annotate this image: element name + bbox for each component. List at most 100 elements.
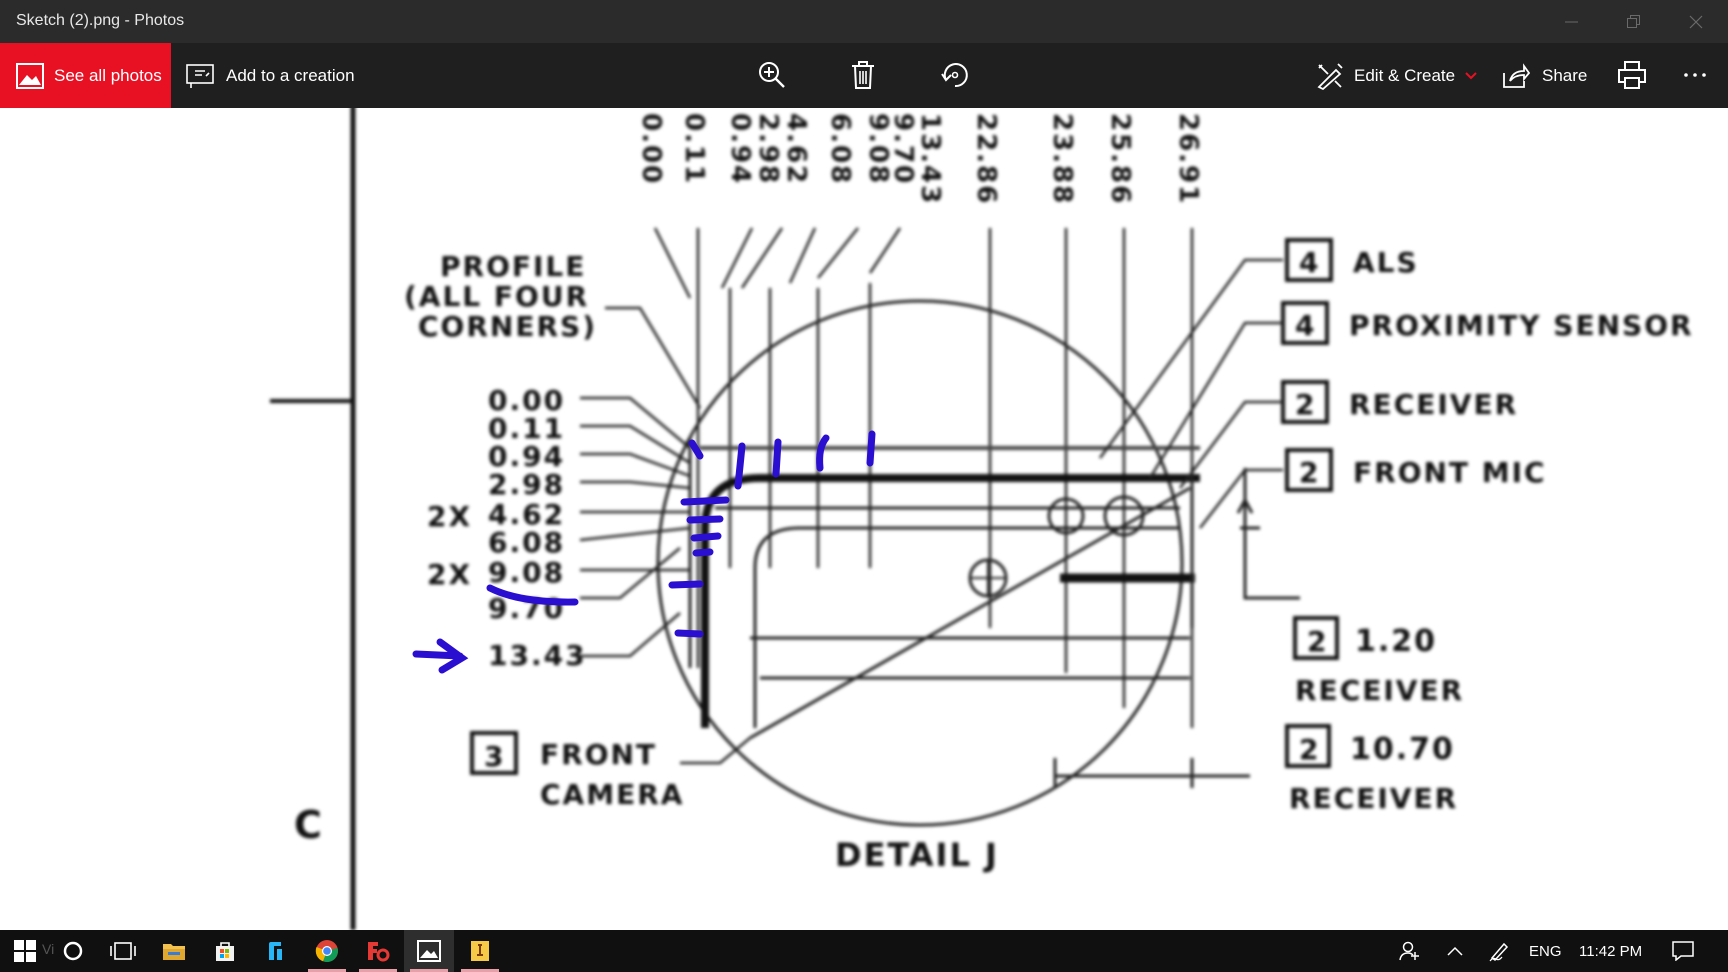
show-hidden-icons-button[interactable] bbox=[1430, 930, 1480, 972]
profile-label-2: (ALL FOUR bbox=[404, 280, 589, 313]
foxit-icon bbox=[368, 942, 390, 962]
restore-icon bbox=[1627, 15, 1640, 28]
callout-qty: 2 bbox=[1295, 388, 1316, 421]
front-camera-line2: CAMERA bbox=[540, 778, 684, 811]
front-camera-line1: FRONT bbox=[540, 738, 657, 771]
top-labels: 0.00 0.11 0.942.984.62 6.08 9.089.7013.43 22.… bbox=[636, 113, 1203, 205]
dim1-label: RECEIVER bbox=[1295, 674, 1464, 707]
profile-label-1: PROFILE bbox=[440, 250, 586, 283]
top-label: 0.00 bbox=[636, 113, 666, 185]
command-bar: See all photos Add to a creation Edit & … bbox=[0, 43, 1728, 108]
callout-qty: 4 bbox=[1299, 246, 1320, 279]
chevron-down-icon bbox=[1465, 71, 1477, 79]
windows-start-icon bbox=[14, 940, 36, 962]
chrome-button[interactable] bbox=[302, 930, 352, 972]
ink-annotations bbox=[412, 430, 876, 674]
dim2-qty: 2 bbox=[1299, 733, 1320, 766]
pinned-app-button[interactable] bbox=[251, 930, 301, 972]
edit-create-button[interactable]: Edit & Create bbox=[1316, 43, 1477, 108]
pen-icon bbox=[1489, 942, 1509, 962]
top-label: 6.08 bbox=[825, 113, 855, 185]
clock[interactable]: 11:42 PM bbox=[1579, 930, 1642, 972]
see-all-photos-label: See all photos bbox=[54, 65, 162, 85]
cortana-button[interactable] bbox=[48, 930, 98, 972]
people-button[interactable] bbox=[1385, 930, 1435, 972]
top-label: 22.86 bbox=[971, 113, 1001, 205]
dim1-qty: 2 bbox=[1307, 625, 1328, 658]
pen-workspace-button[interactable] bbox=[1474, 930, 1524, 972]
print-icon bbox=[1618, 61, 1646, 89]
restore-button[interactable] bbox=[1603, 0, 1665, 43]
two-x-label-b: 2X bbox=[427, 558, 472, 591]
two-x-label-a: 2X bbox=[427, 500, 472, 533]
people-icon bbox=[1399, 941, 1419, 961]
top-label: 0.94 bbox=[725, 113, 755, 185]
top-label: 2.98 bbox=[753, 113, 783, 185]
front-camera-qty: 3 bbox=[484, 740, 505, 773]
minimize-icon bbox=[1565, 21, 1578, 23]
more-options-button[interactable] bbox=[1677, 57, 1713, 93]
dim1-value: 1.20 bbox=[1355, 624, 1437, 659]
print-button[interactable] bbox=[1614, 57, 1650, 93]
left-value: 13.43 bbox=[488, 639, 587, 672]
photo-icon bbox=[16, 62, 44, 89]
ellipsis-icon bbox=[1684, 73, 1706, 77]
chrome-icon bbox=[315, 940, 338, 963]
task-view-button[interactable] bbox=[98, 930, 148, 972]
photos-icon bbox=[417, 940, 441, 962]
edit-create-icon bbox=[1317, 62, 1343, 90]
close-button[interactable] bbox=[1665, 0, 1727, 43]
foxit-button[interactable] bbox=[353, 930, 403, 972]
pinned-app-2-button[interactable] bbox=[455, 930, 505, 972]
callout-qty: 2 bbox=[1299, 456, 1320, 489]
share-icon bbox=[1503, 62, 1530, 88]
callout-qty: 4 bbox=[1295, 309, 1316, 342]
cortana-icon bbox=[63, 941, 83, 961]
left-value: 2.98 bbox=[488, 468, 565, 501]
app-yellow-icon bbox=[471, 941, 489, 961]
add-to-creation-button[interactable]: Add to a creation bbox=[186, 43, 355, 108]
notification-icon bbox=[1672, 941, 1694, 961]
top-label: 4.62 bbox=[781, 113, 811, 185]
top-label: 25.86 bbox=[1105, 113, 1135, 205]
left-value: 9.08 bbox=[488, 556, 565, 589]
left-value: 6.08 bbox=[488, 526, 565, 559]
delete-button[interactable] bbox=[845, 57, 881, 93]
top-label: 0.11 bbox=[679, 113, 709, 185]
store-icon bbox=[216, 942, 234, 961]
language-indicator[interactable]: ENG bbox=[1529, 930, 1562, 972]
edit-create-label: Edit & Create bbox=[1354, 65, 1456, 85]
share-label: Share bbox=[1542, 65, 1588, 85]
image-viewer[interactable]: C 0.00 0.11 0.94 2.98 4.62 6.08 9.08 9.70 13.43 2… bbox=[0, 108, 1728, 930]
rotate-icon bbox=[941, 63, 968, 88]
creation-icon bbox=[186, 63, 214, 88]
chevron-up-icon bbox=[1447, 946, 1463, 956]
action-center-button[interactable] bbox=[1658, 930, 1708, 972]
left-values: 0.000.110.942.984.626.089.089.7013.43 bbox=[488, 384, 587, 672]
share-button[interactable]: Share bbox=[1502, 43, 1587, 108]
callout-label: RECEIVER bbox=[1349, 388, 1518, 421]
add-to-creation-label: Add to a creation bbox=[226, 65, 355, 85]
minimize-button[interactable] bbox=[1541, 0, 1603, 43]
top-label: 23.88 bbox=[1047, 113, 1077, 205]
sketch-image: C 0.00 0.11 0.942.984.62 6.08 9.089.7013.43 2… bbox=[270, 108, 1694, 930]
profile-label-3: CORNERS) bbox=[418, 310, 597, 343]
top-label: 13.43 bbox=[915, 113, 945, 205]
top-label: 26.91 bbox=[1173, 113, 1203, 205]
see-all-photos-button[interactable]: See all photos bbox=[0, 43, 171, 108]
callout-label: PROXIMITY SENSOR bbox=[1349, 309, 1694, 342]
trash-icon bbox=[852, 61, 874, 89]
close-icon bbox=[1689, 15, 1703, 29]
file-explorer-button[interactable] bbox=[149, 930, 199, 972]
taskbar: Vi ENG 11:42 PM bbox=[0, 930, 1728, 972]
photos-taskbar-button[interactable] bbox=[404, 930, 454, 972]
store-button[interactable] bbox=[200, 930, 250, 972]
detail-label: DETAIL J bbox=[835, 836, 999, 874]
dim2-value: 10.70 bbox=[1350, 732, 1455, 767]
zoom-button[interactable] bbox=[754, 57, 790, 93]
file-explorer-icon bbox=[163, 944, 185, 960]
callout-label: ALS bbox=[1353, 246, 1419, 279]
rotate-button[interactable] bbox=[937, 57, 973, 93]
task-view-icon bbox=[110, 942, 136, 960]
callouts: 4 ALS 4 PROXIMITY SENSOR 2 RECEIVER 2 FRONT MIC bbox=[1281, 238, 1694, 492]
